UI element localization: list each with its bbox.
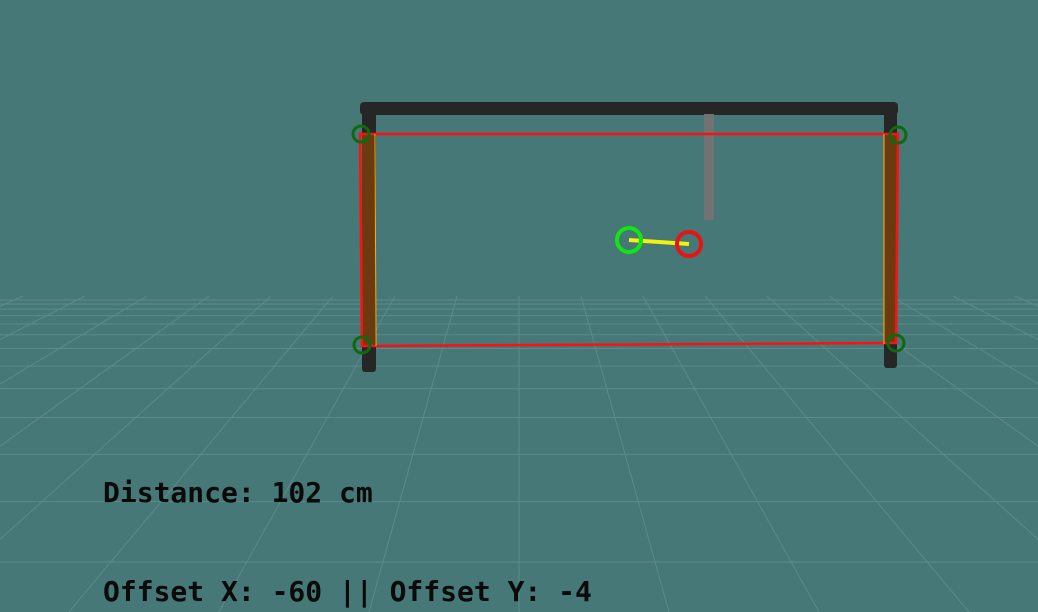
offset-readout: Offset X: -60 || Offset Y: -4 xyxy=(103,575,592,608)
detection-overlay xyxy=(351,124,908,355)
hanging-pole xyxy=(704,114,714,220)
camera-view: Distance: 102 cm Offset X: -60 || Offset… xyxy=(0,0,1038,612)
distance-readout: Distance: 102 cm xyxy=(103,476,373,509)
scene-canvas xyxy=(0,102,1038,612)
goal-frame xyxy=(360,102,898,372)
goal-left-post xyxy=(362,134,375,346)
goal-crossbar xyxy=(360,102,898,115)
offset-line xyxy=(628,238,690,246)
